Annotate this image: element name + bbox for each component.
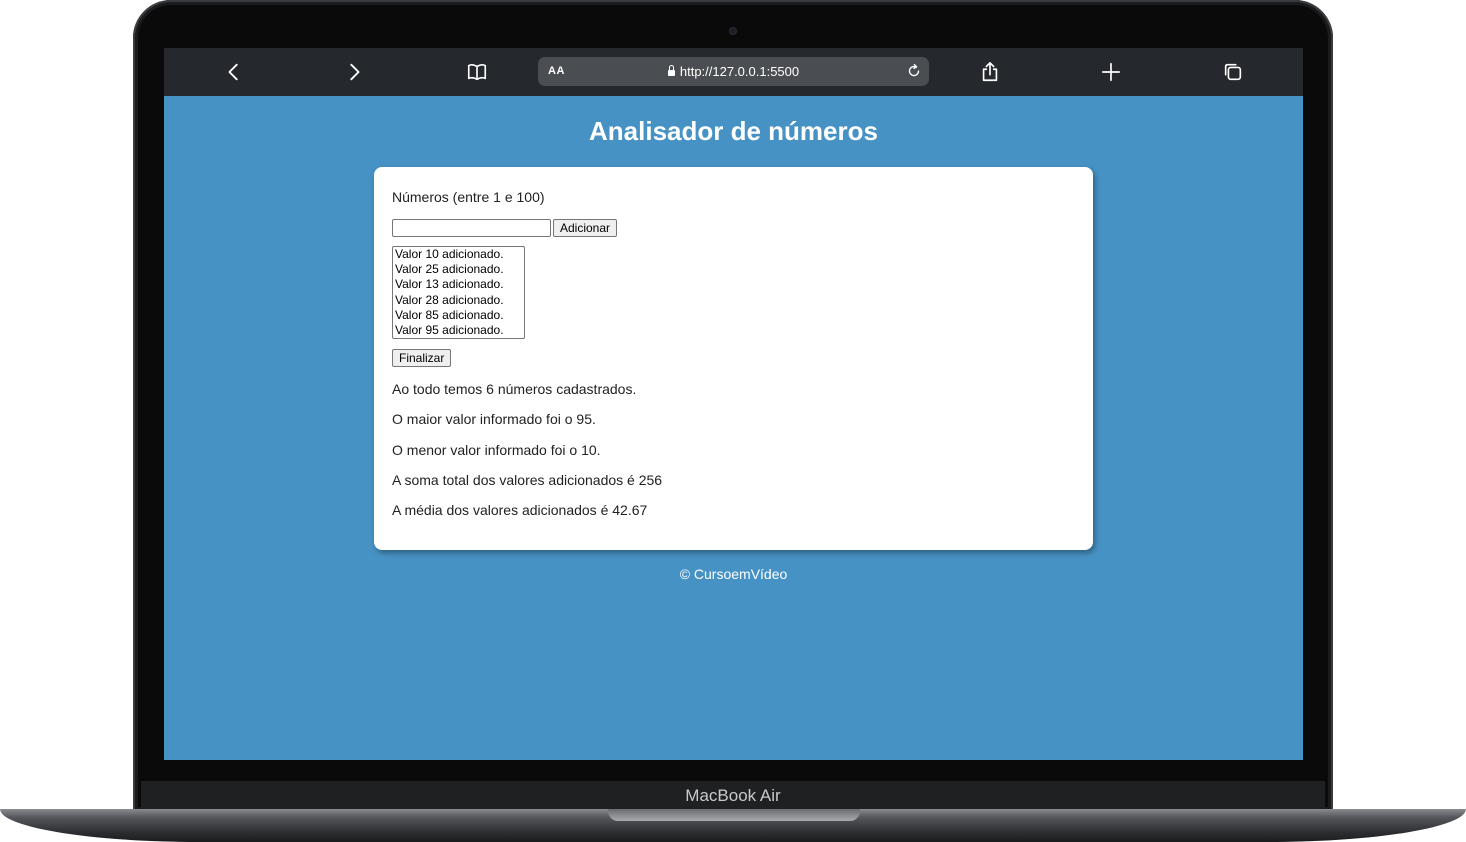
- address-bar[interactable]: AA http://127.0.0.1:5500: [538, 57, 929, 86]
- tabs-icon[interactable]: [1221, 60, 1245, 84]
- lock-icon: [667, 65, 675, 76]
- browser-toolbar: AA http://127.0.0.1:5500: [164, 48, 1303, 96]
- forward-icon[interactable]: [342, 60, 366, 84]
- number-input[interactable]: [392, 219, 551, 237]
- browser-window: AA http://127.0.0.1:5500 Analisador de n…: [164, 48, 1303, 760]
- result-count: Ao todo temos 6 números cadastrados.: [392, 381, 637, 397]
- finish-button[interactable]: Finalizar: [392, 349, 452, 367]
- share-icon[interactable]: [978, 60, 1002, 84]
- page-title: Analisador de números: [589, 116, 878, 146]
- result-min: O menor valor informado foi o 10.: [392, 442, 601, 458]
- laptop-notch: [608, 809, 860, 821]
- page-footer: © CursoemVídeo: [679, 566, 788, 582]
- analyzer-card: Números (entre 1 e 100) Adicionar Valor …: [374, 167, 1093, 550]
- result-sum: A soma total dos valores adicionados é 2…: [392, 472, 663, 488]
- result-average: A média dos valores adicionados é 42.67: [392, 502, 648, 518]
- bookmarks-icon[interactable]: [465, 60, 489, 84]
- device-label: MacBook Air: [141, 781, 1325, 810]
- values-listbox[interactable]: Valor 10 adicionado. Valor 25 adicionado…: [392, 246, 525, 339]
- list-item[interactable]: Valor 25 adicionado.: [393, 262, 524, 277]
- add-button[interactable]: Adicionar: [553, 219, 618, 237]
- input-label: Números (entre 1 e 100): [392, 189, 545, 205]
- list-item[interactable]: Valor 95 adicionado.: [393, 323, 524, 338]
- list-item[interactable]: Valor 10 adicionado.: [393, 247, 524, 262]
- list-item[interactable]: Valor 13 adicionado.: [393, 277, 524, 292]
- result-max: O maior valor informado foi o 95.: [392, 411, 596, 427]
- list-item[interactable]: Valor 85 adicionado.: [393, 308, 524, 323]
- reload-icon[interactable]: [905, 62, 923, 80]
- new-tab-icon[interactable]: [1099, 60, 1123, 84]
- back-icon[interactable]: [222, 60, 246, 84]
- list-item[interactable]: Valor 28 adicionado.: [393, 293, 524, 308]
- url-text: http://127.0.0.1:5500: [679, 64, 800, 79]
- camera-icon: [729, 27, 737, 35]
